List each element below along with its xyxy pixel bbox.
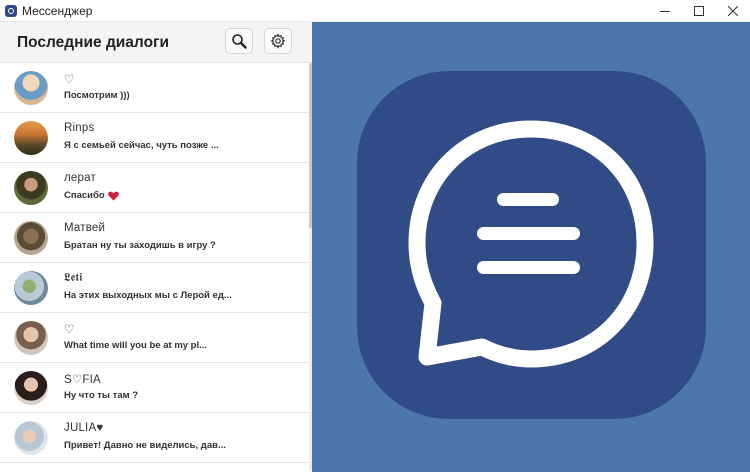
window-title: Мессенджер [22, 3, 93, 18]
dialog-preview: Я с семьей сейчас, чуть позже ... [64, 140, 219, 151]
dialog-item[interactable]: Матвей Братан ну ты заходишь в игру ? [0, 213, 310, 263]
dialog-item[interactable]: S♡FIA Ну что ты там ? [0, 363, 310, 413]
dialogs-panel: Последние диалоги ♡ Посмотрим ))) Rinps [0, 22, 312, 472]
dialog-item[interactable]: Rinps Я с семьей сейчас, чуть позже ... [0, 113, 310, 163]
dialog-item[interactable]: лерат Спасибо [0, 163, 310, 213]
dialogs-header: Последние диалоги [0, 22, 312, 63]
avatar [14, 171, 48, 205]
minimize-icon [660, 10, 670, 12]
search-button[interactable] [225, 28, 253, 54]
gear-icon [270, 33, 286, 49]
dialog-preview: Братан ну ты заходишь в игру ? [64, 240, 216, 251]
dialog-item[interactable]: ♡ What time will you be at my pl... [0, 313, 310, 363]
dialog-name: JULIA♥ [64, 422, 104, 434]
dialog-name: 𝕷𝖊𝖙𝖎 [64, 272, 83, 284]
search-icon [232, 34, 247, 49]
dialog-preview: Привет! Давно не виделись, дав... [64, 440, 226, 451]
dialog-list: ♡ Посмотрим ))) Rinps Я с семьей сейчас,… [0, 63, 310, 463]
dialog-item[interactable]: ♡ Посмотрим ))) [0, 63, 310, 113]
settings-button[interactable] [264, 28, 292, 54]
avatar [14, 271, 48, 305]
dialog-name: лерат [64, 172, 96, 184]
avatar [14, 371, 48, 405]
window-controls [648, 0, 750, 21]
dialog-name: Rinps [64, 122, 95, 134]
dialog-preview: Посмотрим ))) [64, 90, 130, 101]
dialog-item[interactable]: 𝕷𝖊𝖙𝖎 На этих выходных мы с Лерой ед... [0, 263, 310, 313]
red-heart-icon [107, 191, 119, 200]
close-button[interactable] [716, 0, 750, 21]
window-titlebar: Мессенджер [0, 0, 750, 22]
dialog-name: S♡FIA [64, 374, 101, 386]
avatar [14, 221, 48, 255]
dialog-name: ♡ [64, 324, 75, 336]
minimize-button[interactable] [648, 0, 682, 21]
maximize-button[interactable] [682, 0, 716, 21]
dialog-item[interactable]: JULIA♥ Привет! Давно не виделись, дав... [0, 413, 310, 463]
dialog-preview: Спасибо [64, 190, 119, 201]
avatar [14, 121, 48, 155]
page-title: Последние диалоги [17, 34, 170, 51]
avatar [14, 71, 48, 105]
maximize-icon [694, 5, 704, 16]
dialog-preview: На этих выходных мы с Лерой ед... [64, 290, 232, 301]
dialog-name: ♡ [64, 74, 75, 86]
messenger-logo-icon [357, 71, 706, 419]
close-icon [728, 5, 738, 16]
app-logo-icon [5, 4, 17, 17]
avatar [14, 321, 48, 355]
dialog-preview: Ну что ты там ? [64, 390, 139, 401]
dialog-preview: What time will you be at my pl... [64, 340, 208, 351]
dialog-name: Матвей [64, 222, 106, 234]
welcome-pane [312, 22, 750, 472]
avatar [14, 421, 48, 455]
